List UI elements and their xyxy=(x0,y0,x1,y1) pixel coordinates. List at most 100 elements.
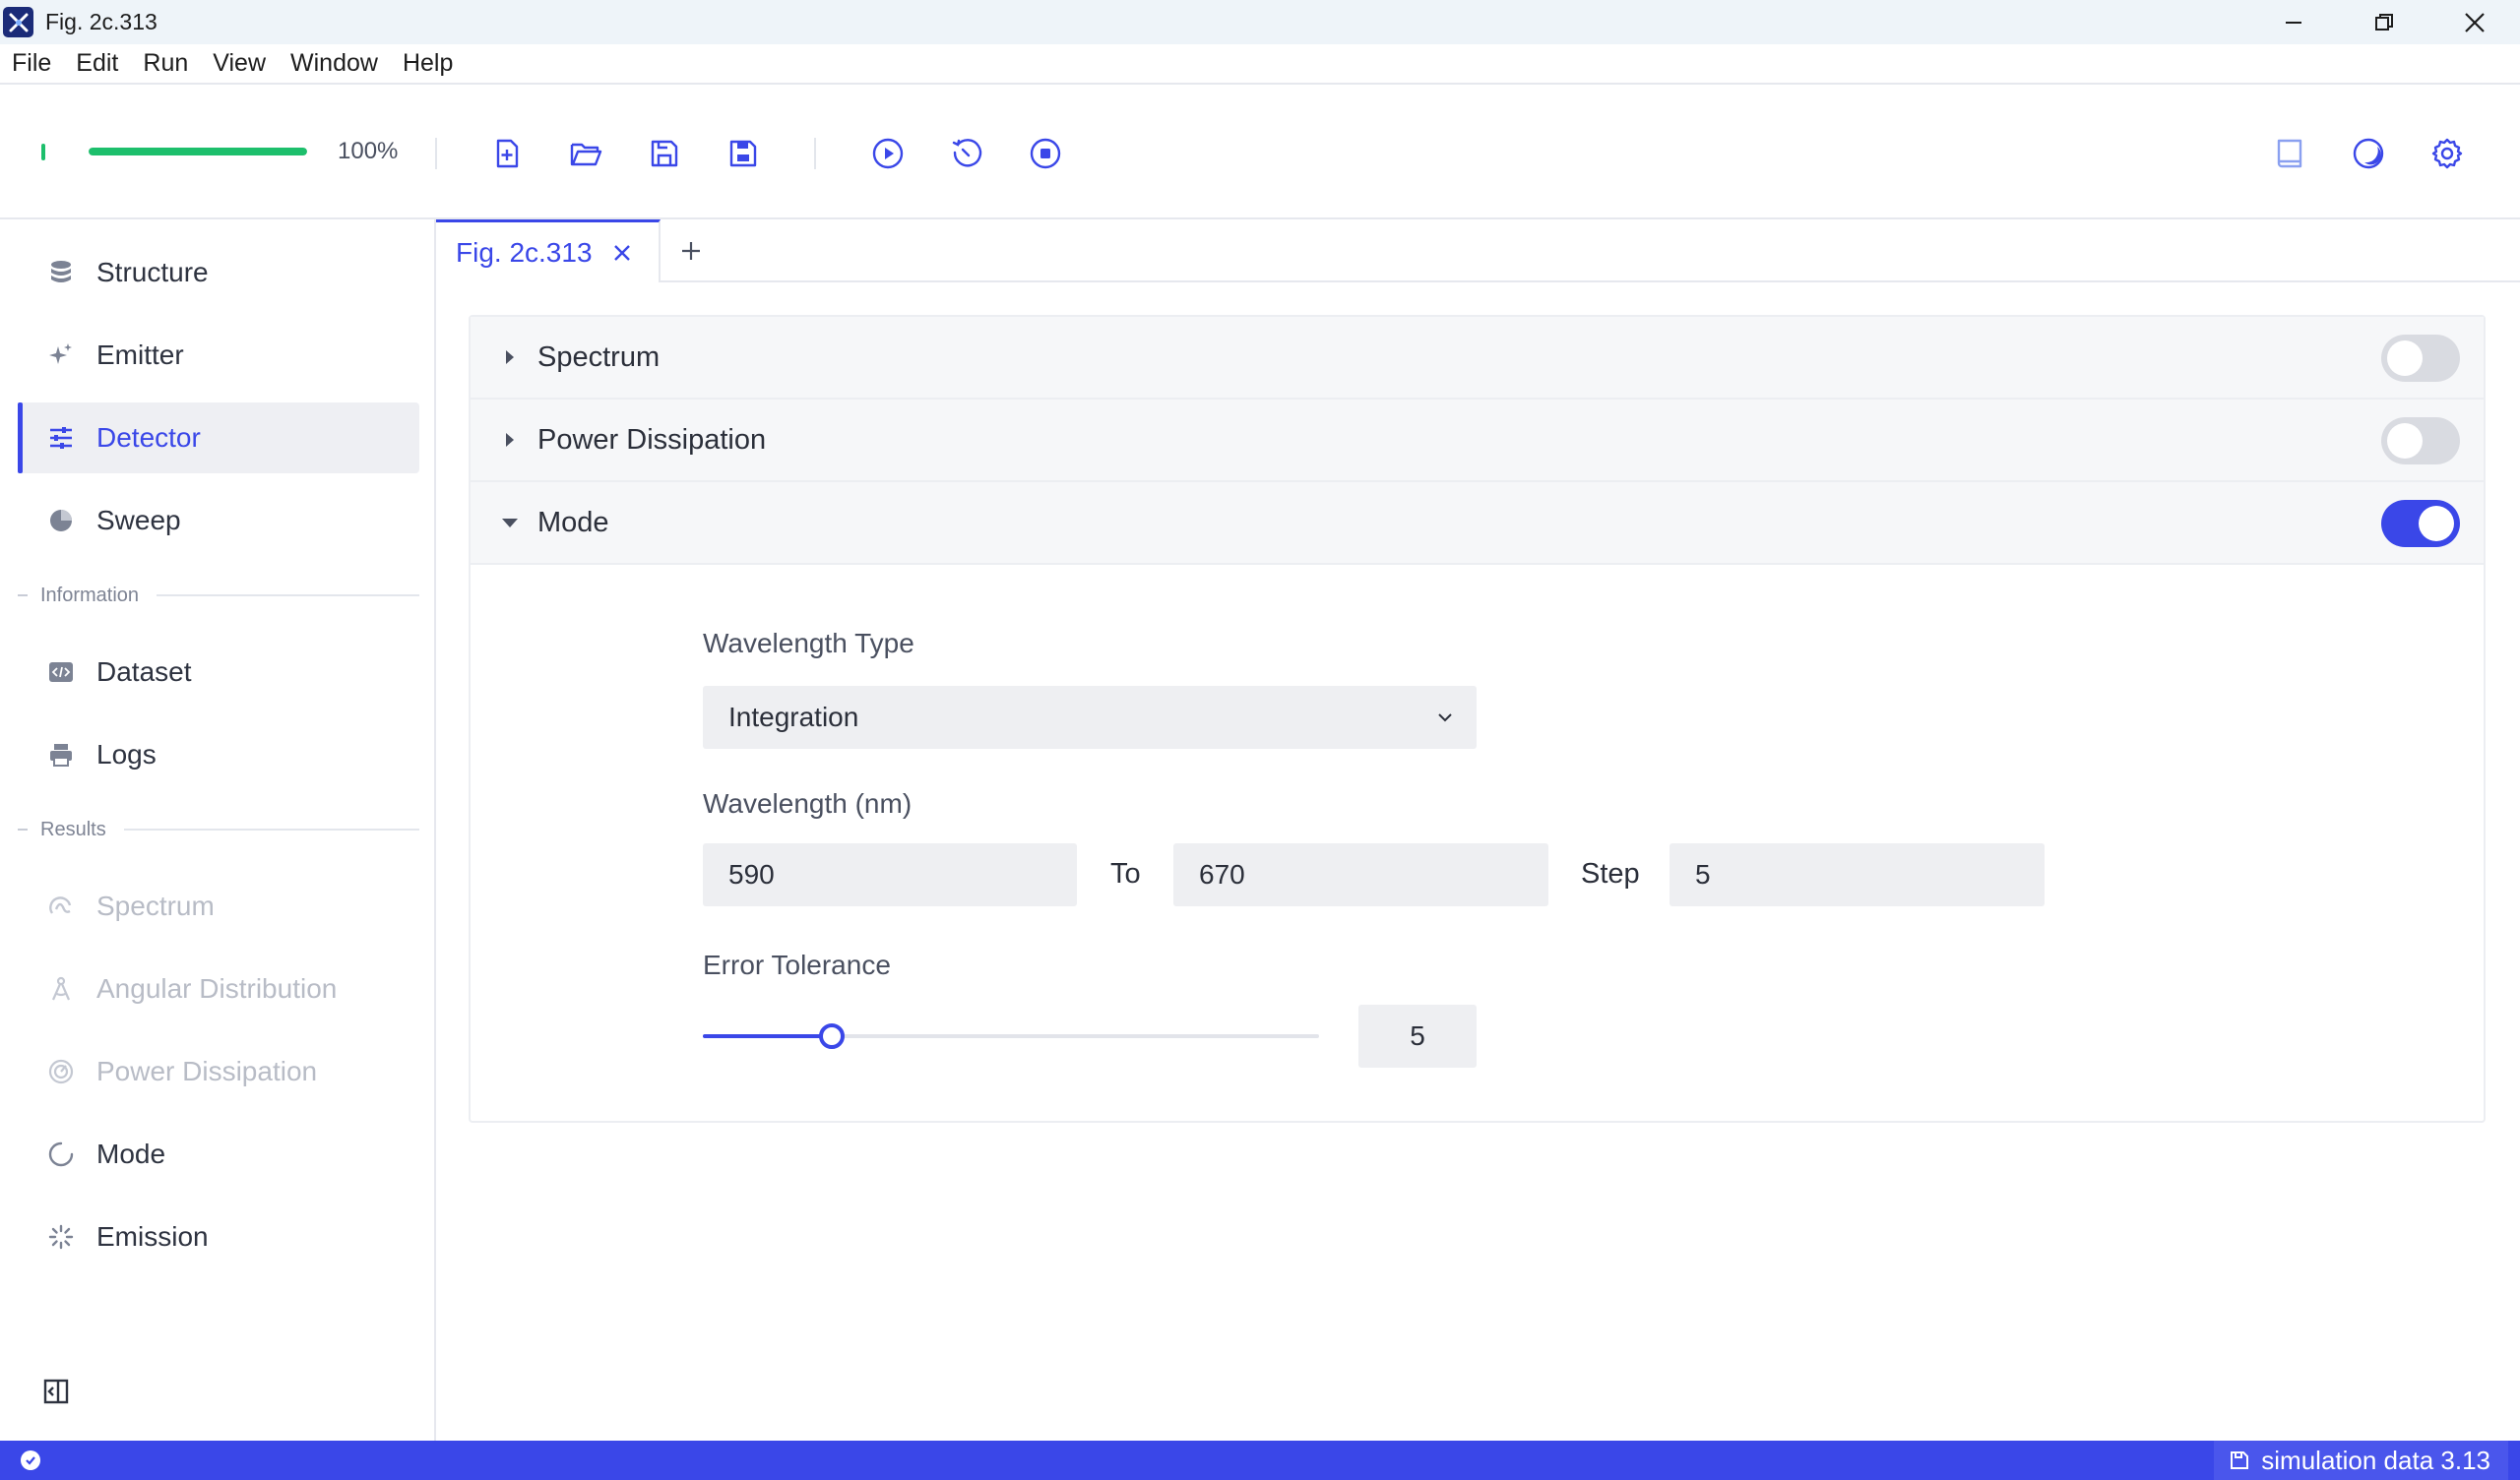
status-text: simulation data 3.13 xyxy=(2261,1445,2490,1475)
menu-edit[interactable]: Edit xyxy=(76,49,118,78)
sidebar-item-label: Emission xyxy=(96,1221,209,1252)
accordion-title: Spectrum xyxy=(537,340,661,373)
power-icon xyxy=(41,1059,81,1084)
accordion-title: Power Dissipation xyxy=(537,423,767,456)
window-title: Fig. 2c.313 xyxy=(45,9,158,34)
new-file-icon xyxy=(496,139,519,168)
sidebar-item-mode[interactable]: Mode xyxy=(18,1119,419,1190)
sparkle-icon xyxy=(41,342,81,368)
wavelength-type-select[interactable]: Integration xyxy=(703,686,1477,749)
title-bar: Fig. 2c.313 xyxy=(0,0,2520,44)
sidebar-item-emission[interactable]: Emission xyxy=(18,1202,419,1272)
app-logo-icon xyxy=(3,7,33,37)
save-icon xyxy=(2231,1451,2249,1469)
history-icon xyxy=(952,139,982,167)
minimize-button[interactable] xyxy=(2248,0,2339,44)
save-as-button[interactable] xyxy=(722,132,765,175)
panel-collapse-icon xyxy=(43,1379,69,1404)
toolbar-divider xyxy=(435,138,437,169)
sidebar-item-power-dissipation[interactable]: Power Dissipation xyxy=(18,1036,419,1107)
code-icon xyxy=(41,660,81,684)
sidebar-item-detector[interactable]: Detector xyxy=(18,402,419,473)
settings-icon xyxy=(2431,138,2463,169)
docs-button[interactable] xyxy=(2268,132,2311,175)
accordion-mode[interactable]: Mode xyxy=(471,482,2484,565)
circle-arrow-icon xyxy=(41,1141,81,1167)
status-data-info[interactable]: simulation data 3.13 xyxy=(2214,1441,2508,1480)
open-folder-button[interactable] xyxy=(564,132,607,175)
settings-button[interactable] xyxy=(2426,132,2469,175)
menu-run[interactable]: Run xyxy=(143,49,188,78)
loader-icon xyxy=(41,1224,81,1250)
accordion-spectrum[interactable]: Spectrum xyxy=(471,317,2484,400)
sidebar-item-label: Mode xyxy=(96,1139,166,1169)
menu-view[interactable]: View xyxy=(213,49,266,78)
sidebar-item-label: Emitter xyxy=(96,339,184,370)
check-circle-icon xyxy=(21,1450,40,1470)
save-as-icon xyxy=(729,140,757,167)
sidebar-item-angular-distribution[interactable]: Angular Distribution xyxy=(18,954,419,1024)
minimize-icon xyxy=(2286,21,2301,24)
theme-button[interactable] xyxy=(2347,132,2390,175)
sidebar-item-emitter[interactable]: Emitter xyxy=(18,320,419,391)
error-tolerance-input[interactable]: 5 xyxy=(1358,1005,1477,1068)
new-file-button[interactable] xyxy=(485,132,529,175)
wavelength-label: Wavelength (nm) xyxy=(703,788,913,819)
run-button[interactable] xyxy=(866,132,910,175)
sidebar-item-label: Angular Distribution xyxy=(96,973,338,1004)
sidebar-item-label: Spectrum xyxy=(96,891,215,921)
tab-label: Fig. 2c.313 xyxy=(456,236,593,268)
compass-icon xyxy=(41,976,81,1002)
stop-button[interactable] xyxy=(1024,132,1067,175)
error-tolerance-slider[interactable] xyxy=(703,1023,1319,1049)
add-tab-button[interactable] xyxy=(675,235,707,267)
tab-fig[interactable]: Fig. 2c.313 xyxy=(436,219,661,282)
spectrum-toggle[interactable] xyxy=(2381,335,2460,382)
to-label: To xyxy=(1110,858,1141,890)
accordion-power-dissipation[interactable]: Power Dissipation xyxy=(471,400,2484,482)
history-button[interactable] xyxy=(945,132,988,175)
mode-toggle[interactable] xyxy=(2381,500,2460,547)
sidebar-item-logs[interactable]: Logs xyxy=(18,719,419,790)
power-dissipation-toggle[interactable] xyxy=(2381,417,2460,464)
wavelength-to-input[interactable]: 670 xyxy=(1173,843,1548,906)
wavelength-from-input[interactable]: 590 xyxy=(703,843,1077,906)
caret-right-icon xyxy=(500,347,520,367)
tab-bar: Fig. 2c.313 xyxy=(436,219,2520,282)
collapse-sidebar-button[interactable] xyxy=(41,1377,71,1406)
close-icon xyxy=(2465,12,2485,32)
menu-window[interactable]: Window xyxy=(290,49,378,78)
step-input[interactable]: 5 xyxy=(1670,843,2045,906)
status-bar: simulation data 3.13 xyxy=(0,1441,2520,1480)
sidebar-item-sweep[interactable]: Sweep xyxy=(18,485,419,556)
sidebar: Structure Emitter Detector Sweep Informa… xyxy=(0,219,436,1441)
select-value: Integration xyxy=(728,702,859,732)
caret-right-icon xyxy=(500,430,520,450)
menu-file[interactable]: File xyxy=(12,49,51,78)
menu-bar: File Edit Run View Window Help xyxy=(0,44,2520,85)
sidebar-item-label: Structure xyxy=(96,257,209,287)
progress-bar xyxy=(89,148,307,155)
sidebar-item-spectrum[interactable]: Spectrum xyxy=(18,871,419,942)
close-window-button[interactable] xyxy=(2429,0,2520,44)
plus-icon xyxy=(682,242,700,260)
book-icon xyxy=(2277,139,2302,168)
printer-icon xyxy=(41,742,81,768)
slider-thumb[interactable] xyxy=(819,1023,846,1049)
sidebar-item-dataset[interactable]: Dataset xyxy=(18,637,419,708)
sidebar-item-label: Dataset xyxy=(96,656,192,687)
open-folder-icon xyxy=(570,143,602,166)
sliders-icon xyxy=(41,426,81,450)
save-button[interactable] xyxy=(643,132,686,175)
section-label: Results xyxy=(40,818,106,840)
caret-down-icon xyxy=(500,513,520,532)
restore-button[interactable] xyxy=(2339,0,2429,44)
step-label: Step xyxy=(1581,858,1640,890)
tab-close-button[interactable] xyxy=(612,243,632,263)
error-tolerance-label: Error Tolerance xyxy=(703,950,891,980)
sidebar-item-structure[interactable]: Structure xyxy=(18,237,419,308)
run-icon xyxy=(872,138,904,169)
progress-indicator xyxy=(41,144,45,160)
accordion-title: Mode xyxy=(537,506,609,538)
menu-help[interactable]: Help xyxy=(403,49,453,78)
